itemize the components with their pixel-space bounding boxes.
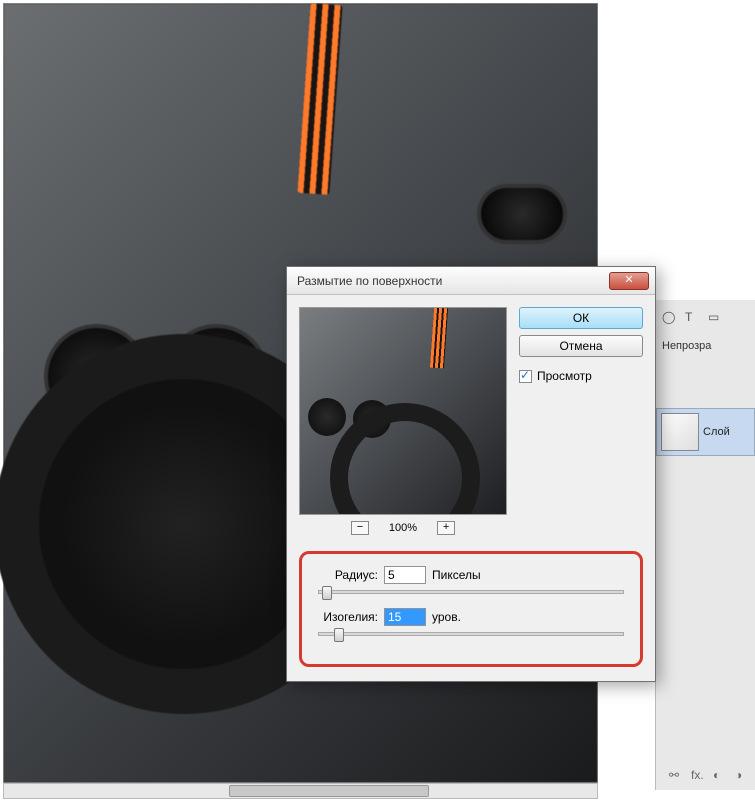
- preview-checkbox[interactable]: [519, 370, 532, 383]
- circle-tool-icon[interactable]: ◯: [662, 310, 676, 324]
- opacity-label: Непрозра: [656, 334, 755, 358]
- threshold-row: Изогелия: уров.: [318, 608, 624, 626]
- horizontal-scrollbar[interactable]: [3, 783, 598, 799]
- radius-slider[interactable]: [318, 590, 624, 594]
- threshold-unit: уров.: [432, 610, 461, 624]
- panel-toolbar: ◯ T ▭: [656, 300, 755, 334]
- threshold-slider-thumb[interactable]: [334, 628, 344, 642]
- scrollbar-thumb[interactable]: [229, 785, 429, 797]
- preview-shape: [430, 308, 448, 369]
- preview-checkbox-label: Просмотр: [537, 369, 592, 383]
- type-tool-icon[interactable]: T: [685, 310, 699, 324]
- path-icon[interactable]: ▭: [708, 310, 722, 324]
- preview-column: − 100% +: [299, 307, 507, 535]
- close-icon: ✕: [624, 274, 633, 286]
- threshold-label: Изогелия:: [318, 610, 378, 624]
- zoom-controls: − 100% +: [299, 521, 507, 535]
- dialog-titlebar[interactable]: Размытие по поверхности ✕: [287, 267, 655, 295]
- dialog-body: − 100% + ОК Отмена Просмотр: [287, 295, 655, 547]
- sliders-highlight: Радиус: Пикселы Изогелия: уров.: [299, 551, 643, 667]
- cancel-button[interactable]: Отмена: [519, 335, 643, 357]
- right-panel: ◯ T ▭ Непрозра Слой ⚯ fx. ◐ ◑: [655, 300, 755, 790]
- threshold-slider[interactable]: [318, 632, 624, 636]
- layer-name[interactable]: Слой: [703, 426, 730, 438]
- layer-row[interactable]: Слой: [656, 408, 755, 456]
- ok-button[interactable]: ОК: [519, 307, 643, 329]
- panel-bottom-icons: ⚯ fx. ◐ ◑: [669, 768, 749, 782]
- surface-blur-dialog: Размытие по поверхности ✕ − 100% + ОК От…: [286, 266, 656, 682]
- layer-thumbnail[interactable]: [661, 413, 699, 451]
- adjustment-icon[interactable]: ◑: [735, 768, 749, 782]
- radius-row: Радиус: Пикселы: [318, 566, 624, 584]
- ribbon-shape: [297, 3, 342, 195]
- threshold-input[interactable]: [384, 608, 426, 626]
- fx-icon[interactable]: fx.: [691, 768, 705, 782]
- preview-image[interactable]: [299, 307, 507, 515]
- close-button[interactable]: ✕: [609, 272, 649, 290]
- radius-label: Радиус:: [318, 568, 378, 582]
- link-icon[interactable]: ⚯: [669, 768, 683, 782]
- radius-slider-thumb[interactable]: [322, 586, 332, 600]
- preview-shape: [308, 398, 346, 436]
- zoom-percent: 100%: [389, 522, 417, 534]
- controls-column: ОК Отмена Просмотр: [519, 307, 643, 535]
- zoom-in-button[interactable]: +: [437, 521, 455, 535]
- zoom-out-button[interactable]: −: [351, 521, 369, 535]
- dialog-title: Размытие по поверхности: [297, 274, 609, 288]
- preview-checkbox-row: Просмотр: [519, 369, 643, 383]
- vent-shape: [477, 184, 567, 244]
- radius-unit: Пикселы: [432, 568, 481, 582]
- mask-icon[interactable]: ◐: [713, 768, 727, 782]
- radius-input[interactable]: [384, 566, 426, 584]
